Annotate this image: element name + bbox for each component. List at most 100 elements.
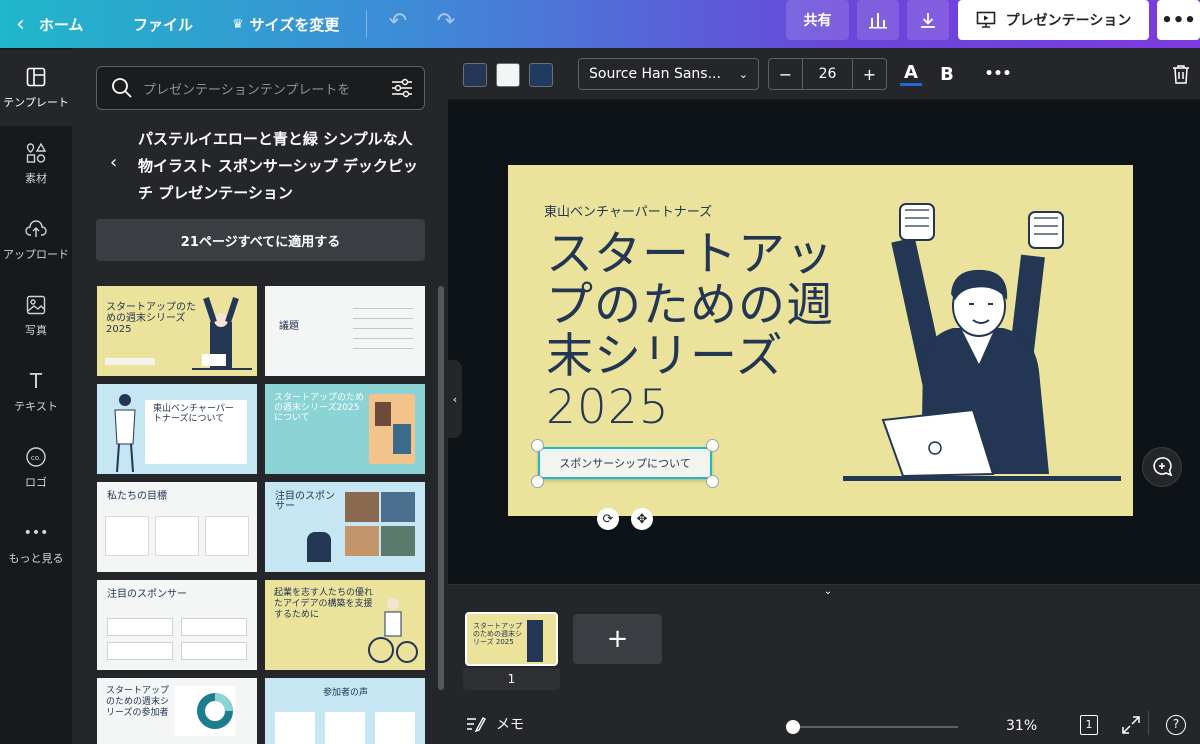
template-thumbnail[interactable]: 私たちの目標 — [97, 482, 257, 572]
help-button[interactable]: ? — [1165, 714, 1187, 736]
rail-label: ロゴ — [25, 476, 47, 489]
thumbnail-title: 起業を志す人たちの優れたアイデアの構築を支援するために — [274, 588, 374, 620]
template-thumbnail[interactable]: 東山ベンチャーパートナーズについて — [97, 384, 257, 474]
photo — [381, 526, 415, 556]
rotate-icon[interactable]: ⟳ — [597, 508, 619, 530]
color-swatch[interactable] — [529, 63, 553, 87]
testimonial-card — [325, 712, 365, 744]
text-icon: T — [29, 369, 43, 393]
home-button[interactable]: ‹ ホーム — [16, 0, 83, 48]
thumbnail-title: スタートアップのための週末シリーズの参加者 — [106, 686, 170, 718]
template-thumbnail[interactable]: 注目のスポンサー — [97, 580, 257, 670]
rail-item-photos[interactable]: 写真 — [0, 278, 72, 354]
zoom-level[interactable]: 31% — [1006, 718, 1037, 734]
color-swatch[interactable] — [463, 63, 487, 87]
font-family-dropdown[interactable]: Source Han Sans... ⌄ — [578, 58, 759, 90]
rail-item-more[interactable]: ••• もっと見る — [0, 506, 72, 582]
rail-item-upload[interactable]: アップロード — [0, 202, 72, 278]
slide-canvas[interactable]: 東山ベンチャーパートナーズ スタートアップのための週末シリーズ 2025 スポン… — [508, 165, 1133, 516]
rail-item-logo[interactable]: co. ロゴ — [0, 430, 72, 506]
resize-handle[interactable] — [531, 475, 544, 488]
more-text-options-button[interactable]: ••• — [985, 60, 1012, 88]
search-input[interactable]: プレゼンテーションテンプレートを — [143, 79, 383, 98]
thumbnail-title: 議題 — [279, 321, 299, 332]
zoom-slider[interactable] — [788, 726, 958, 728]
template-search-field[interactable]: プレゼンテーションテンプレートを — [96, 66, 425, 110]
redo-icon[interactable]: ↷ — [432, 8, 460, 36]
more-options-button[interactable]: ••• — [1157, 0, 1200, 40]
move-icon[interactable]: ✥ — [631, 508, 653, 530]
text-color-button[interactable]: A — [900, 60, 922, 88]
businessman-illustration[interactable] — [843, 196, 1133, 516]
elements-icon — [25, 142, 47, 164]
slide-sponsorship-button[interactable]: スポンサーシップについて — [538, 447, 712, 479]
template-thumbnail[interactable]: 議題 — [265, 286, 425, 376]
svg-text:co.: co. — [31, 454, 41, 462]
text-color-bar — [900, 82, 922, 86]
back-chevron-icon[interactable]: ‹ — [110, 152, 117, 173]
notes-label: メモ — [496, 717, 524, 733]
file-menu-button[interactable]: ファイル — [133, 0, 193, 48]
crown-icon: ♛ — [232, 16, 244, 32]
color-swatch[interactable] — [496, 63, 520, 87]
zoom-slider-handle[interactable] — [786, 720, 801, 734]
person-illustration-icon — [114, 394, 136, 473]
share-button[interactable]: 共有 — [786, 0, 849, 40]
thumbnail-title: スタートアップのための週末シリーズ 2025 — [106, 302, 196, 335]
page-count-button[interactable]: 1 — [1078, 714, 1100, 736]
sponsor-card — [107, 618, 173, 636]
template-thumbnail[interactable]: 起業を志す人たちの優れたアイデアの構築を支援するために — [265, 580, 425, 670]
present-button[interactable]: プレゼンテーション — [958, 0, 1149, 40]
increase-font-size-button[interactable]: + — [853, 65, 886, 84]
template-thumbnail[interactable]: スタートアップのための週末シリーズ2025について — [265, 384, 425, 474]
delete-button[interactable] — [1170, 60, 1192, 88]
fullscreen-button[interactable] — [1120, 714, 1142, 736]
undo-icon[interactable]: ↶ — [384, 8, 412, 36]
resize-handle[interactable] — [706, 439, 719, 452]
apply-all-pages-button[interactable]: 21ページすべてに適用する — [96, 219, 425, 261]
resize-handle[interactable] — [706, 475, 719, 488]
person-illustration-icon — [527, 620, 543, 662]
template-thumbnail[interactable]: スタートアップのための週末シリーズ 2025 — [97, 286, 257, 376]
bold-button[interactable]: B — [937, 60, 957, 88]
font-size-input[interactable]: 26 — [802, 59, 853, 89]
insights-button[interactable] — [857, 0, 899, 40]
rail-item-templates[interactable]: テンプレート — [0, 50, 72, 126]
slide-title-text[interactable]: スタートアップのための週末シリーズ 2025 — [546, 229, 876, 433]
thumbnail-title: スタートアップのための週末シリーズ2025について — [274, 393, 365, 423]
page-thumbnail[interactable]: スタートアップのための週末シリーズ 2025 — [465, 612, 558, 666]
resize-button[interactable]: ♛ サイズを変更 — [232, 0, 339, 48]
divider — [353, 328, 413, 329]
template-thumbnail[interactable]: スタートアップのための週末シリーズの参加者 — [97, 678, 257, 744]
decrease-font-size-button[interactable]: − — [769, 65, 802, 84]
wheelchair-person-illustration-icon — [368, 598, 418, 663]
filter-icon[interactable] — [391, 78, 413, 98]
rail-label: テンプレート — [3, 96, 69, 109]
download-button[interactable] — [907, 0, 949, 40]
photo — [345, 492, 379, 522]
divider — [353, 348, 413, 349]
chevron-left-icon: ‹ — [16, 11, 25, 37]
template-thumbnail[interactable]: 参加者の声 — [265, 678, 425, 744]
add-page-button[interactable]: + — [573, 614, 662, 664]
photo — [375, 402, 391, 426]
rail-item-elements[interactable]: 素材 — [0, 126, 72, 202]
panel-scrollbar[interactable] — [438, 286, 444, 690]
more-icon: ••• — [23, 525, 49, 541]
template-thumbnail[interactable]: 注目のスポンサー — [265, 482, 425, 572]
notes-button[interactable]: メモ — [466, 714, 524, 734]
collapse-panel-button[interactable]: ‹ — [448, 360, 462, 438]
collapse-pages-button[interactable]: ⌄ — [786, 586, 870, 600]
bar-chart-icon — [869, 13, 887, 29]
template-icon — [25, 66, 47, 88]
rail-item-text[interactable]: T テキスト — [0, 354, 72, 430]
download-icon — [921, 13, 935, 28]
sponsor-card — [181, 642, 247, 660]
add-comment-button[interactable] — [1142, 447, 1182, 487]
share-label: 共有 — [803, 13, 832, 29]
resize-handle[interactable] — [531, 439, 544, 452]
slide-company-text[interactable]: 東山ベンチャーパートナーズ — [544, 201, 712, 220]
font-size-stepper[interactable]: − 26 + — [768, 58, 887, 90]
chevron-down-icon: ⌄ — [823, 586, 833, 597]
page-number: 1 — [463, 668, 560, 690]
